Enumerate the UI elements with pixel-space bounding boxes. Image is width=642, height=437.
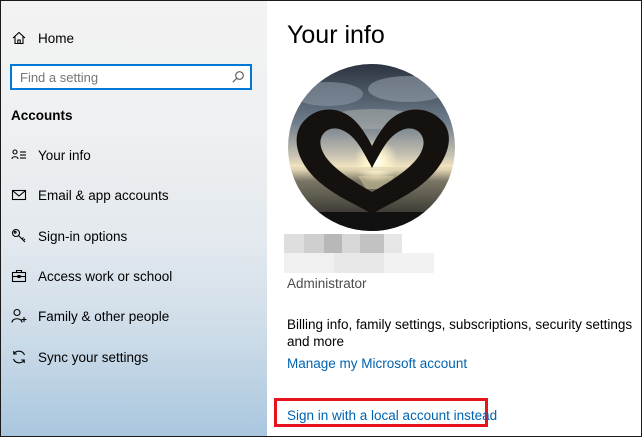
sidebar-item-sign-in-options[interactable]: Sign-in options bbox=[1, 220, 267, 252]
sidebar-item-label: Home bbox=[38, 30, 75, 46]
settings-window: Home Accounts Your bbox=[0, 0, 642, 437]
search-icon[interactable] bbox=[231, 70, 245, 84]
redacted-user-name bbox=[284, 234, 434, 274]
section-heading-accounts: Accounts bbox=[11, 108, 73, 123]
key-icon bbox=[11, 228, 27, 244]
sidebar-item-label: Your info bbox=[38, 147, 91, 163]
home-icon bbox=[11, 30, 27, 46]
sidebar-item-your-info[interactable]: Your info bbox=[1, 139, 267, 171]
account-type-label: Administrator bbox=[287, 276, 367, 291]
manage-microsoft-account-link[interactable]: Manage my Microsoft account bbox=[287, 356, 467, 371]
avatar bbox=[288, 64, 455, 231]
sidebar-item-email-app-accounts[interactable]: Email & app accounts bbox=[1, 179, 267, 211]
sidebar-item-label: Sync your settings bbox=[38, 349, 149, 365]
billing-description: Billing info, family settings, subscript… bbox=[287, 317, 633, 349]
profile-photo-icon bbox=[288, 64, 455, 231]
sidebar-item-label: Sign-in options bbox=[38, 228, 128, 244]
search-field[interactable] bbox=[10, 64, 252, 90]
sign-in-local-account-link[interactable]: Sign in with a local account instead bbox=[287, 408, 497, 423]
main-content: Your info Administrator Billing info, fa… bbox=[267, 1, 641, 436]
sidebar-item-home[interactable]: Home bbox=[1, 22, 267, 54]
page-title: Your info bbox=[287, 21, 385, 49]
sidebar-item-label: Email & app accounts bbox=[38, 187, 169, 203]
people-add-icon bbox=[11, 308, 27, 324]
sidebar-item-family-other-people[interactable]: Family & other people bbox=[1, 300, 267, 332]
sidebar-item-access-work-school[interactable]: Access work or school bbox=[1, 260, 267, 292]
mail-icon bbox=[11, 187, 27, 203]
briefcase-icon bbox=[11, 268, 27, 284]
sidebar-item-sync-settings[interactable]: Sync your settings bbox=[1, 341, 267, 373]
sidebar-item-label: Access work or school bbox=[38, 268, 173, 284]
sidebar-item-label: Family & other people bbox=[38, 308, 170, 324]
person-card-icon bbox=[11, 147, 27, 163]
search-input[interactable] bbox=[12, 66, 230, 88]
sidebar: Home Accounts Your bbox=[1, 1, 267, 436]
sync-icon bbox=[11, 349, 27, 365]
